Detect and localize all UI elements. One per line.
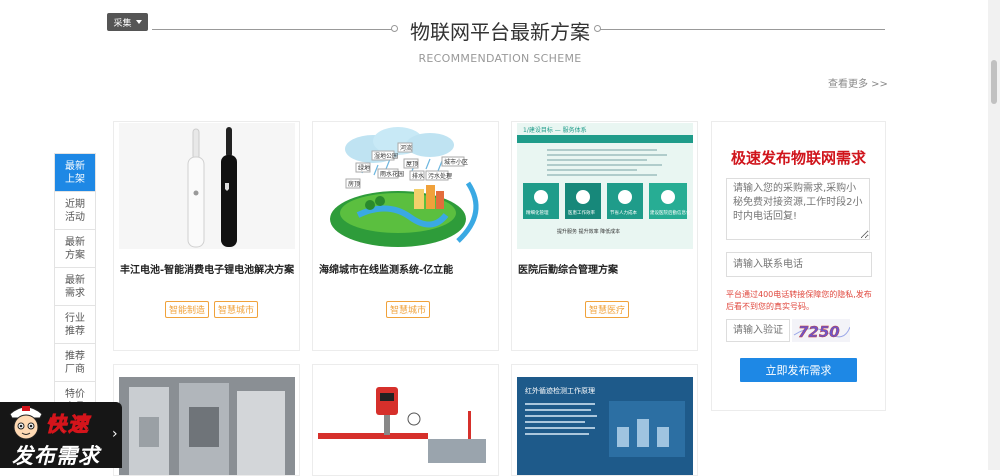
- quick-publish-badge[interactable]: 快速 发布需求 ›: [0, 400, 124, 470]
- tile-label: 节省人力成本: [610, 209, 637, 216]
- tile-label: 医患工作效率: [568, 209, 595, 216]
- section-subtitle: RECOMMENDATION SCHEME: [418, 52, 582, 65]
- label-community: 城市小区: [444, 158, 468, 166]
- card-title: 海绵城市在线监测系统-亿立能: [319, 265, 454, 276]
- side-tab-vendors[interactable]: 推荐厂商: [55, 344, 95, 382]
- label-sewage: 污水处理: [428, 172, 452, 180]
- label-river: 河流: [400, 144, 412, 152]
- side-tab-solutions[interactable]: 最新方案: [55, 230, 95, 268]
- title-divider-left: [152, 29, 396, 30]
- tag-smart-city[interactable]: 智慧城市: [214, 301, 259, 318]
- label-wetland: 湿地公园: [374, 152, 398, 160]
- privacy-notice: 平台通过400电话转接保障您的隐私,发布后看不到您的真实号码。: [726, 290, 872, 311]
- badge-line1: 快速: [46, 412, 90, 437]
- factory-machine-image: [119, 377, 295, 475]
- infrared-title: 红外循迹检测工作原理: [525, 386, 595, 395]
- tag-smart-medical[interactable]: 智慧医疗: [585, 301, 630, 318]
- solution-card[interactable]: 河流 湿地公园 绿地 雨水花园 房顶 屋顶 排水 污水处理 城市小区 海绵城市在…: [312, 121, 499, 351]
- submit-demand-button[interactable]: 立即发布需求: [740, 358, 857, 382]
- side-tab-industry[interactable]: 行业推荐: [55, 306, 95, 344]
- label-drainage: 排水: [412, 172, 424, 180]
- tile-label: 建设医院后勤信息化: [650, 209, 691, 216]
- view-more-link[interactable]: 查看更多 >>: [828, 75, 888, 90]
- form-title: 极速发布物联网需求: [730, 149, 866, 167]
- title-divider-dot-left: [391, 25, 398, 32]
- scrollbar-thumb[interactable]: [991, 60, 997, 104]
- side-tab-latest[interactable]: 最新上架: [55, 154, 95, 192]
- hospital-illustration: 1/建设目标 — 服务体系 精细化管理 医患工作效率 节省人力成本 建设医院后勤…: [517, 123, 693, 249]
- tile-label: 精细化管理: [526, 209, 549, 216]
- chevron-down-icon: [135, 20, 142, 24]
- label-roof: 房顶: [348, 180, 360, 188]
- collect-button[interactable]: 采集: [107, 13, 148, 31]
- solution-card[interactable]: [312, 364, 499, 476]
- side-tab-list: 最新上架 近期活动 最新方案 最新需求 行业推荐 推荐厂商 特价产品: [54, 153, 96, 421]
- collect-label: 采集: [113, 18, 132, 29]
- label-rooftop: 屋顶: [406, 161, 418, 168]
- card-title: 丰江电池-智能消费电子锂电池解决方案: [120, 265, 295, 276]
- chevron-right-icon: ›: [112, 426, 118, 442]
- captcha-text: 7250: [798, 323, 840, 341]
- hospital-header: 1/建设目标 — 服务体系: [523, 126, 587, 134]
- infrared-diagram: 红外循迹检测工作原理: [517, 377, 693, 475]
- tag-smart-manufacturing[interactable]: 智能制造: [165, 301, 210, 318]
- mascot-icon: [9, 406, 43, 440]
- side-tab-demands[interactable]: 最新需求: [55, 268, 95, 306]
- sponge-city-illustration: 河流 湿地公园 绿地 雨水花园 房顶 屋顶 排水 污水处理 城市小区: [318, 123, 494, 249]
- phone-input[interactable]: [726, 252, 872, 277]
- title-divider-right: [600, 29, 885, 30]
- demand-textarea[interactable]: [726, 178, 870, 240]
- toothbrush-image: [119, 123, 295, 249]
- hospital-footer: 提升服务 提升效率 降低成本: [557, 228, 620, 235]
- side-tab-activities[interactable]: 近期活动: [55, 192, 95, 230]
- solution-card[interactable]: [113, 364, 300, 476]
- card-title: 医院后勤综合管理方案: [518, 265, 618, 276]
- section-title: 物联网平台最新方案: [410, 20, 590, 44]
- solution-card[interactable]: 红外循迹检测工作原理: [511, 364, 698, 476]
- verification-code-input[interactable]: [726, 319, 790, 342]
- solution-card[interactable]: 1/建设目标 — 服务体系 精细化管理 医患工作效率 节省人力成本 建设医院后勤…: [511, 121, 698, 351]
- captcha-image[interactable]: 7250: [792, 319, 851, 342]
- label-rain-garden: 雨水花园: [380, 170, 404, 178]
- label-greenland: 绿地: [358, 164, 370, 172]
- badge-line2: 发布需求: [12, 444, 100, 468]
- solution-card[interactable]: 丰江电池-智能消费电子锂电池解决方案 智能制造 智慧城市: [113, 121, 300, 351]
- tag-smart-city[interactable]: 智慧城市: [386, 301, 431, 318]
- demand-form: 极速发布物联网需求 平台通过400电话转接保障您的隐私,发布后看不到您的真实号码…: [711, 121, 886, 411]
- water-meter-image: [318, 377, 494, 475]
